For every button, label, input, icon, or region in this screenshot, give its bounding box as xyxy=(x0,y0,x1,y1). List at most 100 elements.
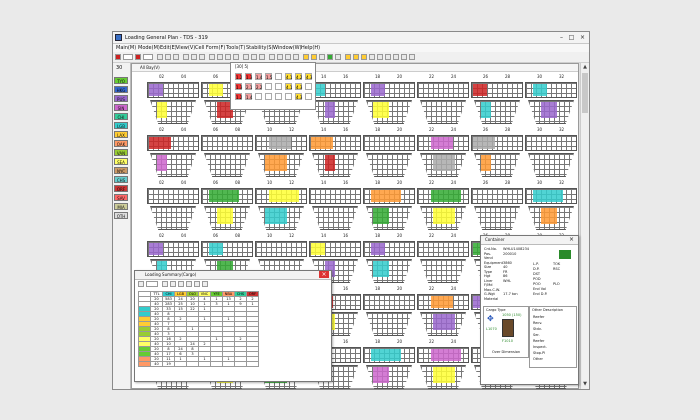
menu-item-window[interactable]: Window(W) xyxy=(273,45,302,51)
toolbar-button[interactable] xyxy=(233,54,239,60)
other-description-item[interactable]: Inspect. xyxy=(533,345,547,349)
loading-summary-close-button[interactable]: × xyxy=(319,271,329,278)
popup-cell[interactable]: 1.5 xyxy=(265,73,272,80)
toolbar-button[interactable] xyxy=(162,281,168,287)
toolbar-button[interactable] xyxy=(303,54,309,60)
menu-item-help[interactable]: Help(H) xyxy=(301,45,320,51)
toolbar-button[interactable] xyxy=(335,54,341,60)
port-chip-oak[interactable]: OAK xyxy=(114,140,128,147)
popup-cell[interactable]: 4.1 xyxy=(285,73,292,80)
toolbar-button[interactable] xyxy=(285,54,291,60)
container-close-button[interactable]: × xyxy=(567,236,576,243)
popup-cell[interactable]: 4.2 xyxy=(295,73,302,80)
menu-item-cell-form[interactable]: Cell Form(F) xyxy=(195,45,225,51)
port-chip-oth[interactable]: OTH xyxy=(114,212,128,219)
bay-block[interactable]: 22 24 xyxy=(417,233,469,283)
toolbar-button[interactable] xyxy=(361,54,367,60)
other-description-item[interactable]: Reefer xyxy=(533,315,544,319)
popup-cell[interactable] xyxy=(285,93,292,100)
bay-block[interactable]: 30 32 xyxy=(525,127,577,177)
popup-cell[interactable]: 4.3 xyxy=(295,93,302,100)
port-chip-chs[interactable]: CHS xyxy=(114,176,128,183)
popup-cell[interactable]: 4.3 xyxy=(295,83,302,90)
popup-cell[interactable] xyxy=(275,73,282,80)
bay-block[interactable]: 14 16 xyxy=(309,74,361,124)
menu-item-mode[interactable]: Mode(M) xyxy=(138,45,160,51)
toolbar-button[interactable] xyxy=(199,54,205,60)
toolbar-dropdown-button[interactable] xyxy=(123,54,133,60)
bay-block[interactable]: 18 20 xyxy=(363,74,415,124)
port-chip-nyc[interactable]: NYC xyxy=(114,167,128,174)
toolbar-button[interactable] xyxy=(277,54,283,60)
bay-block[interactable]: 18 20 xyxy=(363,286,415,336)
toolbar-button[interactable] xyxy=(138,281,144,287)
other-description-item[interactable]: Other xyxy=(533,357,543,361)
port-chip-sin[interactable]: SIN xyxy=(114,104,128,111)
scroll-thumb[interactable] xyxy=(582,73,588,113)
port-chip-sea[interactable]: SEA xyxy=(114,158,128,165)
toolbar-button[interactable] xyxy=(345,54,351,60)
bay-block[interactable]: 22 24 xyxy=(417,180,469,230)
port-chip-chi[interactable]: CHI xyxy=(114,113,128,120)
toolbar-button[interactable] xyxy=(183,54,189,60)
close-button[interactable]: × xyxy=(578,34,587,41)
toolbar-button[interactable] xyxy=(217,54,223,60)
bay-block[interactable]: 10 12 xyxy=(255,127,307,177)
menu-item-main[interactable]: Main(M) xyxy=(116,45,136,51)
port-chip-sav[interactable]: SAV xyxy=(114,194,128,201)
menu-item-tools[interactable]: Tools(T) xyxy=(226,45,245,51)
menu-item-view[interactable]: View(V) xyxy=(176,45,195,51)
bay-block[interactable]: 22 24 xyxy=(417,286,469,336)
port-chip-van[interactable]: VAN xyxy=(114,149,128,156)
popup-cell[interactable]: 1.3 xyxy=(235,83,242,90)
popup-cell[interactable] xyxy=(275,93,282,100)
toolbar-button[interactable] xyxy=(209,54,215,60)
toolbar-button[interactable] xyxy=(178,281,184,287)
toolbar-button[interactable] xyxy=(319,54,325,60)
toolbar-button[interactable] xyxy=(186,281,192,287)
scroll-up-icon[interactable]: ▲ xyxy=(582,64,588,70)
menu-item-stability[interactable]: Stability(S) xyxy=(246,45,274,51)
popup-cell[interactable] xyxy=(255,93,262,100)
port-chip-tyo[interactable]: TYO xyxy=(114,77,128,84)
bay-block[interactable]: 18 20 xyxy=(363,127,415,177)
popup-cell[interactable] xyxy=(265,83,272,90)
bay-block[interactable]: 14 16 xyxy=(309,180,361,230)
toolbar-button[interactable] xyxy=(243,54,249,60)
menu-item-edit[interactable]: Edit(E) xyxy=(160,45,177,51)
port-chip-pus[interactable]: PUS xyxy=(114,95,128,102)
toolbar-button[interactable] xyxy=(146,281,158,287)
popup-cell[interactable]: 1.4 xyxy=(255,73,262,80)
bay-block[interactable]: 06 08 xyxy=(201,127,253,177)
bay-block[interactable]: 18 20 xyxy=(363,339,415,389)
toolbar-button[interactable] xyxy=(385,54,391,60)
popup-cell[interactable]: 1.4 xyxy=(245,93,252,100)
other-description-item[interactable]: Reefer xyxy=(533,339,544,343)
toolbar-button[interactable] xyxy=(377,54,383,60)
bay-block[interactable]: 10 12 xyxy=(255,180,307,230)
bay-block[interactable]: 26 28 xyxy=(471,127,523,177)
toolbar-button[interactable] xyxy=(202,281,208,287)
toolbar-button[interactable] xyxy=(194,281,200,287)
toolbar-color-button[interactable] xyxy=(135,54,141,60)
vertical-scrollbar[interactable]: ▲ ▼ xyxy=(580,63,589,389)
popup-cell[interactable]: 2.2 xyxy=(255,83,262,90)
toolbar-button[interactable] xyxy=(173,54,179,60)
popup-cell[interactable] xyxy=(275,83,282,90)
toolbar-dropdown-button[interactable] xyxy=(143,54,153,60)
toolbar-button[interactable] xyxy=(191,54,197,60)
port-chip-orf[interactable]: ORF xyxy=(114,185,128,192)
toolbar-button[interactable] xyxy=(393,54,399,60)
other-description-item[interactable]: Recv. xyxy=(533,321,542,325)
popup-cell[interactable]: 1.2 xyxy=(235,93,242,100)
bay-block[interactable]: 22 24 xyxy=(417,74,469,124)
popup-cell[interactable] xyxy=(265,93,272,100)
toolbar-button[interactable] xyxy=(409,54,415,60)
bay-block[interactable]: 26 28 xyxy=(471,180,523,230)
bay-block[interactable]: 22 24 xyxy=(417,339,469,389)
popup-cell[interactable] xyxy=(305,93,312,100)
toolbar-button[interactable] xyxy=(327,54,333,60)
bay-block[interactable]: 02 04 xyxy=(147,180,199,230)
toolbar-button[interactable] xyxy=(401,54,407,60)
bay-block[interactable]: 06 08 xyxy=(201,180,253,230)
